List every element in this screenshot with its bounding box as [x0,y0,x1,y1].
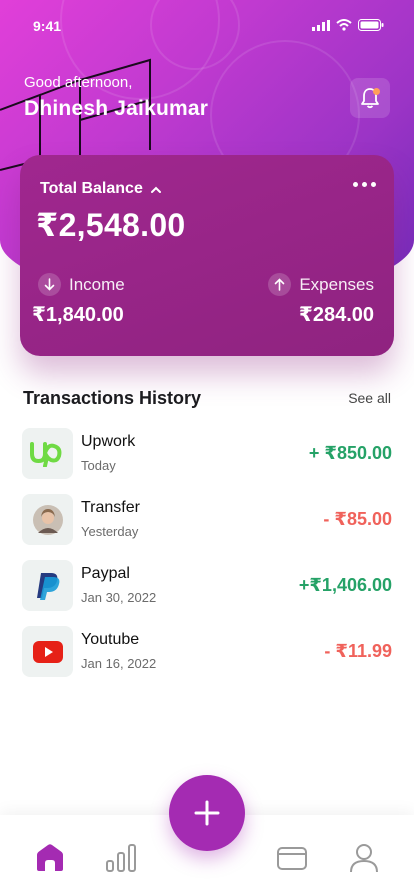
income-label: Income [69,274,125,294]
status-icons [312,19,384,31]
profile-tab[interactable] [347,841,381,875]
transaction-date: Today [81,458,116,473]
transaction-row[interactable]: Upwork Today + ₹850.00 [22,428,392,479]
wifi-icon [336,19,352,31]
arrow-up-icon [268,273,292,296]
transaction-amount: - ₹11.99 [324,641,392,661]
home-tab[interactable] [33,841,67,875]
transaction-date: Jan 16, 2022 [81,656,157,671]
wallet-tab[interactable] [275,841,309,875]
chevron-up-icon [150,186,161,193]
transactions-title: Transactions History [23,388,202,408]
transaction-amount: - ₹85.00 [323,509,392,529]
income-label-group: Income [38,273,125,296]
paypal-logo-icon [22,560,73,611]
stats-icon [106,844,136,872]
notifications-button[interactable] [350,78,390,118]
transaction-row[interactable]: Youtube Jan 16, 2022 - ₹11.99 [22,626,392,677]
transaction-name: Paypal [81,565,130,582]
status-time: 9:41 [33,18,62,34]
user-name: Dhinesh Jaikumar [24,97,209,120]
stats-tab[interactable] [104,841,138,875]
income-value: ₹1,840.00 [32,304,124,326]
balance-title-toggle[interactable]: Total Balance [40,180,161,198]
profile-icon [350,844,378,873]
notification-badge [373,88,380,95]
transaction-name: Upwork [81,433,136,450]
transaction-name: Transfer [81,499,140,516]
arrow-down-icon [38,273,61,296]
transaction-row[interactable]: Transfer Yesterday - ₹85.00 [22,494,392,545]
more-options-icon[interactable] [353,182,376,187]
expenses-label: Expenses [299,274,374,294]
youtube-logo-icon [22,626,73,677]
greeting-text: Good afternoon, [24,74,133,91]
signal-icon [312,19,330,31]
expenses-value: ₹284.00 [298,304,374,326]
battery-icon [358,19,384,31]
add-icon [194,800,220,826]
transaction-date: Yesterday [81,524,139,539]
add-transaction-button[interactable] [169,775,245,851]
see-all-link[interactable]: See all [348,390,391,406]
balance-title: Total Balance [40,180,143,197]
transaction-name: Youtube [81,631,140,648]
person-avatar-icon [22,494,73,545]
transaction-date: Jan 30, 2022 [81,590,157,605]
home-icon [37,844,63,871]
transaction-row[interactable]: Paypal Jan 30, 2022 +₹1,406.00 [22,560,392,611]
wallet-icon [277,847,307,870]
upwork-logo-icon [22,428,73,479]
total-balance-amount: ₹2,548.00 [36,207,186,243]
transaction-amount: +₹1,406.00 [298,575,392,595]
expenses-label-group: Expenses [268,273,374,296]
balance-card[interactable]: Total Balance ₹2,548.00 Income ₹1,840.00… [20,155,394,356]
status-bar: 9:41 [0,0,414,50]
transaction-amount: + ₹850.00 [308,443,392,463]
